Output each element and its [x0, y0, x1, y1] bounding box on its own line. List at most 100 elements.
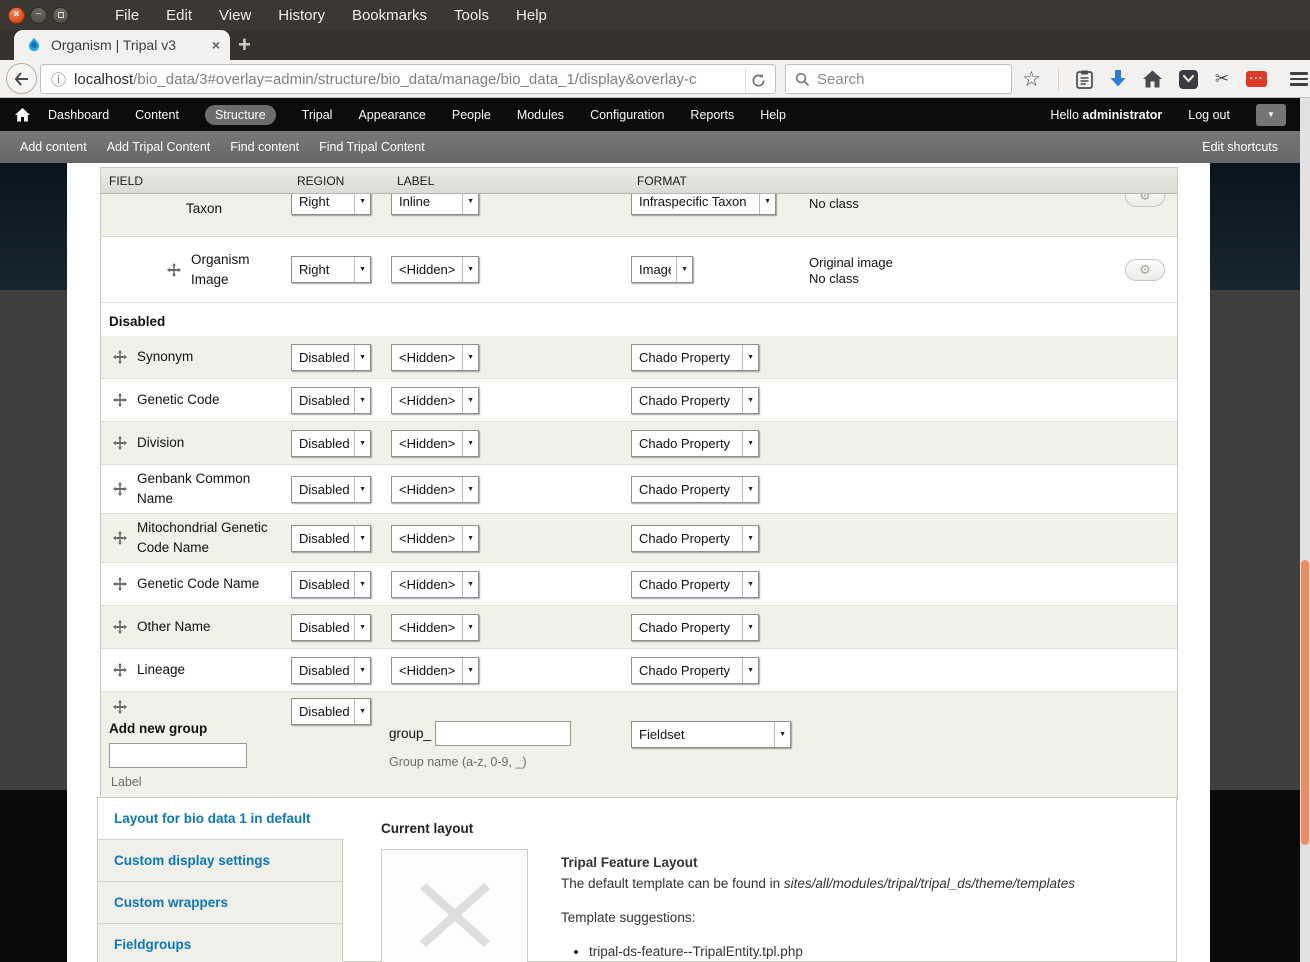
home-icon[interactable]	[1143, 70, 1162, 88]
shortcut-add-tripal-content[interactable]: Add Tripal Content	[107, 140, 211, 154]
drag-handle-icon[interactable]	[113, 700, 289, 714]
back-button[interactable]	[6, 63, 37, 94]
bookmark-star-icon[interactable]: ☆	[1022, 69, 1041, 90]
bookmarks-menu-icon[interactable]	[1076, 70, 1093, 89]
admin-item-people[interactable]: People	[452, 108, 491, 122]
menu-help[interactable]: Help	[516, 7, 547, 24]
admin-item-dashboard[interactable]: Dashboard	[48, 108, 109, 122]
admin-item-modules[interactable]: Modules	[517, 108, 564, 122]
browser-menu-icon[interactable]	[1290, 72, 1308, 86]
admin-item-reports[interactable]: Reports	[690, 108, 734, 122]
admin-item-help[interactable]: Help	[760, 108, 786, 122]
region-select[interactable]: Disabled▼	[291, 430, 371, 457]
reload-button[interactable]	[745, 68, 771, 92]
format-summary: Original imageNo class	[809, 253, 1049, 287]
table-row-division: Division Disabled▼ <Hidden>▼ Chado Prope…	[101, 422, 1177, 465]
admin-logout-link[interactable]: Log out	[1188, 108, 1230, 122]
format-select[interactable]: Chado Property▼	[631, 430, 759, 457]
format-select[interactable]: Chado Property▼	[631, 614, 759, 641]
window-maximize-button[interactable]	[52, 7, 69, 24]
format-select[interactable]: Chado Property▼	[631, 476, 759, 503]
region-select[interactable]: Disabled▼	[291, 476, 371, 503]
label-select[interactable]: <Hidden>▼	[391, 614, 479, 641]
admin-item-structure[interactable]: Structure	[205, 105, 276, 125]
menu-bookmarks[interactable]: Bookmarks	[352, 7, 427, 24]
group-name-input[interactable]	[435, 721, 571, 746]
region-select[interactable]: Disabled▼	[291, 525, 371, 552]
pocket-icon[interactable]	[1179, 70, 1198, 89]
label-select[interactable]: <Hidden>▼	[391, 476, 479, 503]
window-minimize-button[interactable]: −	[30, 7, 47, 24]
admin-home-icon[interactable]	[15, 108, 30, 122]
new-tab-button[interactable]: +	[238, 32, 251, 58]
admin-item-tripal[interactable]: Tripal	[302, 108, 333, 122]
region-select[interactable]: Disabled▼	[291, 344, 371, 371]
format-select[interactable]: Infraspecific Taxon▼	[631, 194, 776, 215]
menu-view[interactable]: View	[219, 7, 251, 24]
scrollbar-thumb[interactable]	[1301, 560, 1309, 845]
tab-fieldgroups[interactable]: Fieldgroups	[98, 924, 342, 962]
format-select[interactable]: Image▼	[631, 256, 693, 283]
label-select[interactable]: Inline▼	[391, 194, 479, 215]
format-select[interactable]: Chado Property▼	[631, 657, 759, 684]
label-select[interactable]: <Hidden>▼	[391, 525, 479, 552]
drag-handle-icon[interactable]	[113, 393, 127, 407]
tab-close-icon[interactable]: ×	[212, 37, 220, 53]
admin-item-content[interactable]: Content	[135, 108, 179, 122]
group-label-input[interactable]	[109, 743, 247, 768]
region-select[interactable]: Disabled▼	[291, 571, 371, 598]
shortcut-add-content[interactable]: Add content	[20, 140, 87, 154]
browser-tab[interactable]: Organism | Tripal v3 ×	[14, 30, 230, 60]
menu-history[interactable]: History	[278, 7, 325, 24]
label-select[interactable]: <Hidden>▼	[391, 571, 479, 598]
admin-item-appearance[interactable]: Appearance	[358, 108, 425, 122]
drag-handle-icon[interactable]	[113, 577, 127, 591]
region-select[interactable]: Disabled▼	[291, 614, 371, 641]
drag-handle-icon[interactable]	[113, 436, 127, 450]
window-close-button[interactable]: ×	[8, 7, 25, 24]
region-select[interactable]: Right▼	[291, 194, 371, 215]
menu-edit[interactable]: Edit	[166, 7, 192, 24]
edit-shortcuts-link[interactable]: Edit shortcuts	[1202, 140, 1278, 154]
drag-handle-icon[interactable]	[113, 531, 127, 545]
menu-file[interactable]: File	[115, 7, 139, 24]
extension-badge-icon[interactable]: ···	[1246, 71, 1267, 87]
group-format-select[interactable]: Fieldset▼	[631, 721, 791, 748]
search-bar[interactable]	[785, 64, 1012, 94]
drag-handle-icon[interactable]	[113, 482, 127, 496]
url-bar[interactable]: ⓘ localhost/bio_data/3#overlay=admin/str…	[40, 64, 776, 94]
admin-item-configuration[interactable]: Configuration	[590, 108, 664, 122]
menu-tools[interactable]: Tools	[454, 7, 489, 24]
tab-custom-wrappers[interactable]: Custom wrappers	[98, 882, 342, 924]
drag-handle-icon[interactable]	[113, 620, 127, 634]
scrollbar-track[interactable]	[1300, 98, 1310, 962]
toolbar-toggle-button[interactable]: ▼	[1256, 104, 1286, 126]
format-select[interactable]: Chado Property▼	[631, 525, 759, 552]
format-settings-gear-button[interactable]: ⚙	[1125, 259, 1165, 281]
app-menubar: File Edit View History Bookmarks Tools H…	[115, 7, 547, 24]
label-select[interactable]: <Hidden>▼	[391, 430, 479, 457]
label-select[interactable]: <Hidden>▼	[391, 256, 479, 283]
region-select[interactable]: Right▼	[291, 256, 371, 283]
format-select[interactable]: Chado Property▼	[631, 571, 759, 598]
drag-handle-icon[interactable]	[113, 663, 127, 677]
site-info-icon[interactable]: ⓘ	[51, 69, 66, 90]
label-select[interactable]: <Hidden>▼	[391, 344, 479, 371]
label-select[interactable]: <Hidden>▼	[391, 657, 479, 684]
format-select[interactable]: Chado Property▼	[631, 344, 759, 371]
tab-layout-for-bio-data[interactable]: Layout for bio data 1 in default	[98, 798, 344, 840]
search-input[interactable]	[817, 71, 987, 88]
format-settings-gear-button[interactable]: ⚙	[1125, 194, 1165, 207]
label-select[interactable]: <Hidden>▼	[391, 387, 479, 414]
shortcut-find-content[interactable]: Find content	[230, 140, 299, 154]
shortcut-find-tripal-content[interactable]: Find Tripal Content	[319, 140, 425, 154]
screenshot-scissors-icon[interactable]: ✂	[1215, 69, 1229, 89]
tab-custom-display-settings[interactable]: Custom display settings	[98, 840, 342, 882]
drag-handle-icon[interactable]	[113, 350, 127, 364]
drag-handle-icon[interactable]	[167, 263, 181, 277]
format-select[interactable]: Chado Property▼	[631, 387, 759, 414]
region-select[interactable]: Disabled▼	[291, 657, 371, 684]
region-select[interactable]: Disabled▼	[291, 387, 371, 414]
downloads-icon[interactable]	[1110, 70, 1126, 89]
region-select[interactable]: Disabled▼	[291, 698, 371, 725]
